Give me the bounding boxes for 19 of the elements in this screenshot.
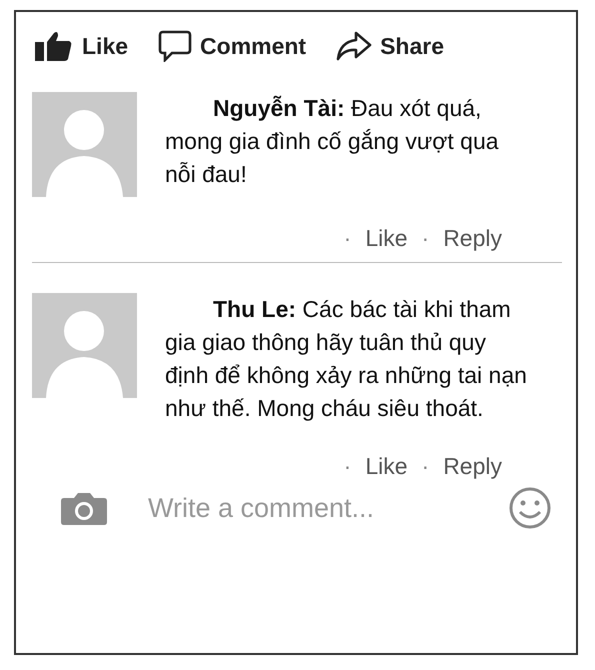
separator-dot: · bbox=[422, 225, 430, 252]
comment-link[interactable]: Reply bbox=[443, 453, 502, 480]
comment-link[interactable]: Like bbox=[365, 453, 408, 480]
camera-icon[interactable] bbox=[60, 490, 108, 526]
separator-dot: · bbox=[344, 453, 352, 480]
comment-button[interactable]: Comment bbox=[158, 30, 306, 62]
smiley-icon[interactable] bbox=[508, 486, 552, 530]
share-button[interactable]: Share bbox=[336, 30, 444, 62]
share-arrow-icon bbox=[336, 30, 372, 62]
comment-text: Nguyễn Tài: Đau xót quá, mong gia đình cố gắng vượt qua nỗi đau! bbox=[165, 94, 500, 189]
comment-text: Thu Le: Các bác tài khi tham gia giao thông hãy tuân thủ quy định để không xảy ra những tai nạn như thế. Mong cháu siêu thoát. bbox=[165, 295, 528, 423]
thumbs-up-icon bbox=[34, 30, 74, 62]
comment-link[interactable]: Reply bbox=[443, 225, 502, 252]
comment-link[interactable]: Like bbox=[365, 225, 408, 252]
separator-dot: · bbox=[422, 453, 430, 480]
comment-input[interactable]: Write a comment... bbox=[146, 492, 470, 524]
like-button[interactable]: Like bbox=[34, 30, 128, 62]
separator-dot: · bbox=[344, 225, 352, 252]
speech-bubble-icon bbox=[158, 30, 192, 62]
